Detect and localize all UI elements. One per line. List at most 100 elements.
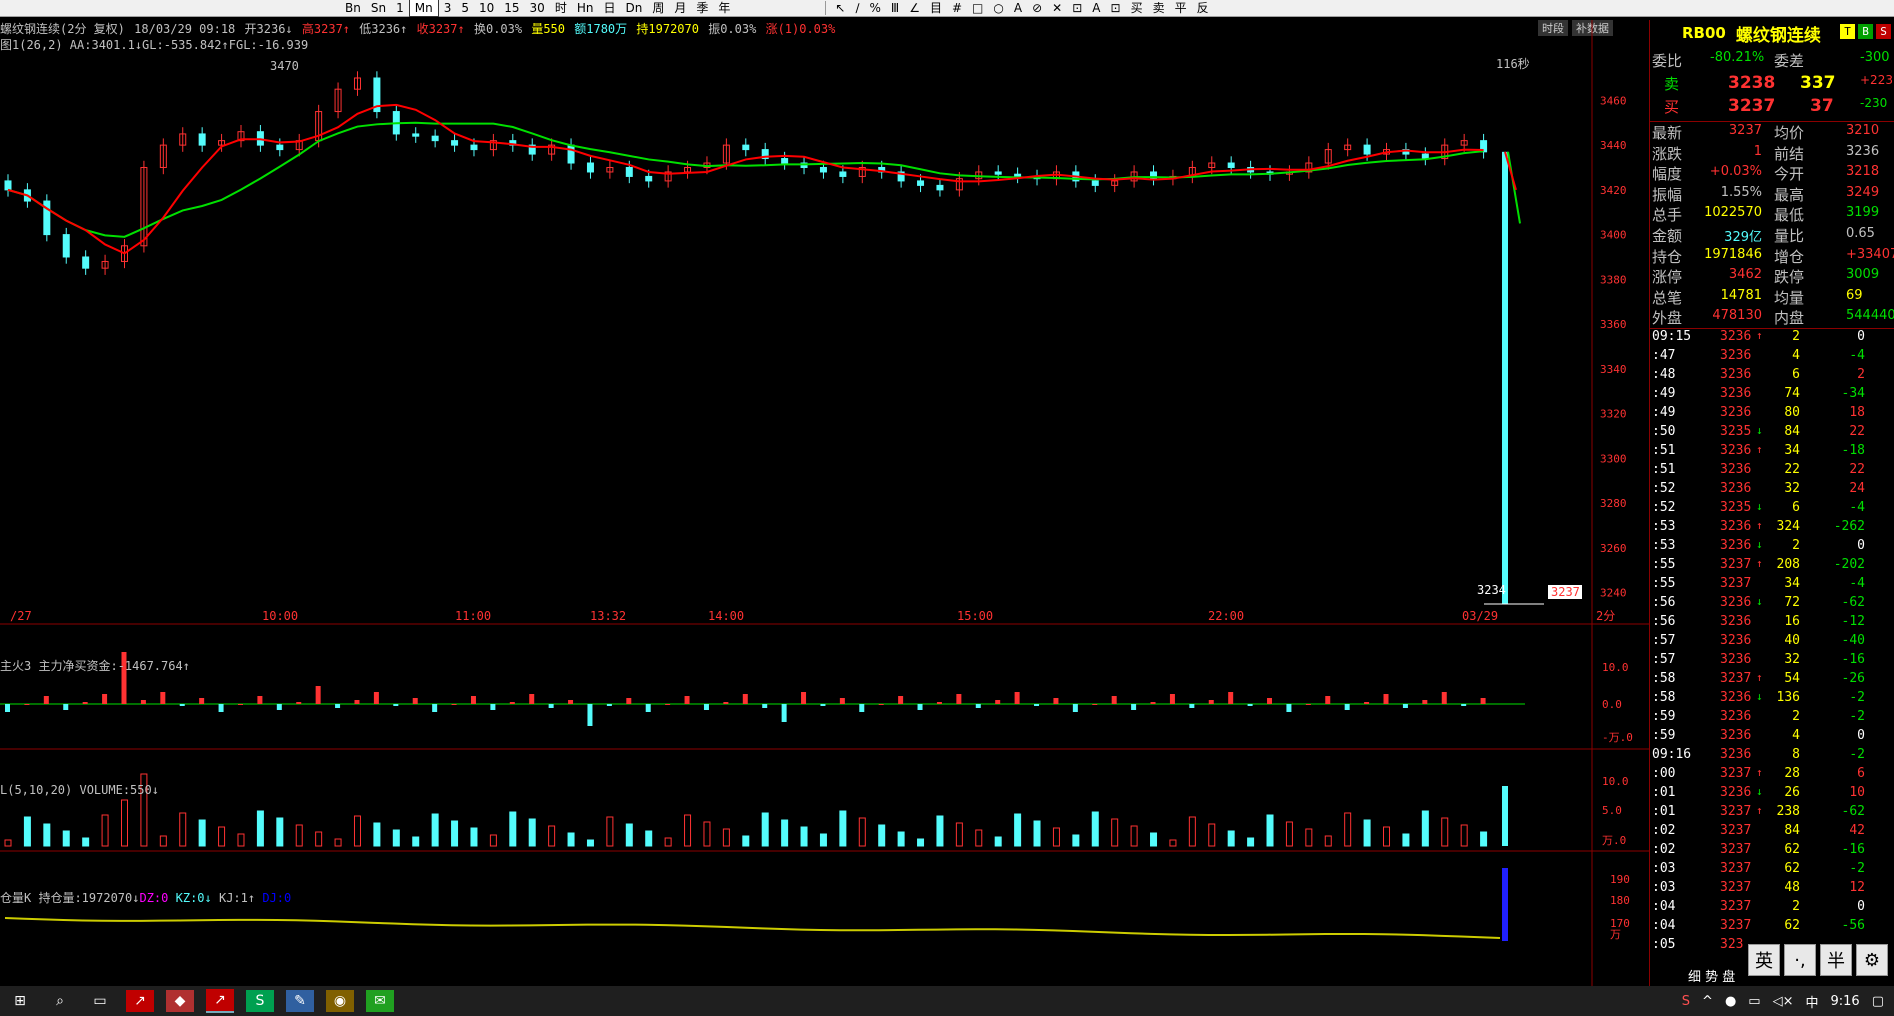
t-badge-icon[interactable]: T bbox=[1840, 24, 1855, 39]
tick-price: 3236 bbox=[1720, 348, 1752, 363]
volume-bar bbox=[839, 810, 847, 847]
tick-oi-change: -2 bbox=[1849, 690, 1865, 705]
x-tick-label: 03/29 bbox=[1462, 609, 1498, 623]
order-diff-value: -300 bbox=[1860, 50, 1890, 65]
tick-price: 3236 bbox=[1720, 329, 1752, 344]
volume-bar bbox=[1188, 816, 1196, 847]
search-icon[interactable]: ⌕ bbox=[46, 990, 74, 1012]
fund-flow-bar bbox=[665, 704, 671, 705]
tick-price: 3235 bbox=[1720, 424, 1752, 439]
tick-volume: 6 bbox=[1792, 367, 1800, 382]
tick-volume: 16 bbox=[1784, 614, 1800, 629]
tick-volume: 2 bbox=[1792, 899, 1800, 914]
volume-bar bbox=[295, 824, 303, 847]
app-icon-active[interactable]: ↗ bbox=[206, 989, 234, 1013]
tray-chevron-up-icon[interactable]: ^ bbox=[1702, 994, 1713, 1009]
tray-chat-icon[interactable]: ● bbox=[1725, 994, 1736, 1009]
notification-icon[interactable]: ▢ bbox=[1872, 994, 1884, 1009]
ime-settings-icon[interactable]: ⚙ bbox=[1856, 944, 1888, 976]
volume-bar bbox=[470, 827, 478, 847]
tick-time: 09:16 bbox=[1652, 747, 1692, 762]
candle bbox=[82, 256, 90, 269]
tick-oi-change: 22 bbox=[1849, 462, 1865, 477]
tick-direction: ↓ bbox=[1756, 690, 1763, 703]
wechat-icon[interactable]: ✉ bbox=[366, 990, 394, 1012]
high-marker: 3470 bbox=[270, 59, 299, 73]
instrument-code: RB00 bbox=[1682, 24, 1726, 42]
fund-flow-bar bbox=[1461, 704, 1467, 706]
tick-volume: 32 bbox=[1784, 481, 1800, 496]
candle bbox=[1363, 144, 1371, 155]
volume-bar bbox=[1072, 834, 1080, 847]
ime-punct-button[interactable]: ·, bbox=[1784, 944, 1816, 976]
candle bbox=[625, 166, 633, 177]
fund-flow-bar bbox=[509, 702, 515, 704]
volume-bar bbox=[917, 838, 925, 847]
tick-volume: 62 bbox=[1784, 842, 1800, 857]
stat-value: 69 bbox=[1846, 287, 1863, 303]
ask-price: 3238 bbox=[1728, 73, 1776, 93]
task-view-icon[interactable]: ▭ bbox=[86, 990, 114, 1012]
volume-bar bbox=[548, 825, 556, 847]
tick-time: 09:15 bbox=[1652, 329, 1692, 344]
spreadsheet-icon[interactable]: S bbox=[246, 990, 274, 1012]
fund-flow-bar bbox=[898, 696, 904, 704]
windows-start-icon[interactable]: ⊞ bbox=[6, 990, 34, 1012]
fund-flow-bar bbox=[684, 696, 690, 704]
trading-app-icon[interactable]: ↗ bbox=[126, 990, 154, 1012]
s-badge-icon[interactable]: S bbox=[1876, 24, 1891, 39]
tick-time: :52 bbox=[1652, 481, 1676, 496]
stat-label: 金额 bbox=[1652, 226, 1683, 245]
tick-direction: ↑ bbox=[1756, 766, 1763, 779]
volume-bar bbox=[781, 819, 789, 847]
kline-chart[interactable]: 3460 3440 3420 3400 3380 3360 3340 3320 3300 3280… bbox=[0, 0, 1649, 986]
tick-oi-change: -12 bbox=[1841, 614, 1865, 629]
tick-volume: 22 bbox=[1784, 462, 1800, 477]
bid-price: 3237 bbox=[1728, 96, 1776, 116]
fund-flow-bar bbox=[529, 694, 535, 704]
tray-network-icon[interactable]: ▭ bbox=[1748, 994, 1760, 1009]
stat-label: 量比 bbox=[1774, 226, 1805, 245]
stat-row: 外盘 478130 内盘 544440 bbox=[1650, 307, 1894, 328]
order-ratio-label: 委比 bbox=[1652, 52, 1683, 70]
order-ratio-value: -80.21% bbox=[1710, 50, 1765, 65]
tray-ime-indicator[interactable]: 中 bbox=[1805, 992, 1818, 1011]
clock-time[interactable]: 9:16 bbox=[1831, 994, 1860, 1009]
volume-bar bbox=[722, 828, 730, 847]
volume-bar bbox=[353, 815, 361, 847]
ime-lang-button[interactable]: 英 bbox=[1748, 944, 1780, 976]
fund-flow-bar bbox=[820, 704, 826, 706]
fund-flow-bar bbox=[1169, 694, 1175, 704]
tick-volume: 62 bbox=[1784, 918, 1800, 933]
tick-direction: ↓ bbox=[1756, 785, 1763, 798]
volume-bar bbox=[994, 836, 1002, 847]
b-badge-icon[interactable]: B bbox=[1858, 24, 1873, 39]
tray-volume-icon[interactable]: ◁× bbox=[1773, 994, 1794, 1009]
tick-volume: 34 bbox=[1784, 443, 1800, 458]
volume-bar bbox=[1344, 812, 1352, 847]
tool-app-icon[interactable]: ✎ bbox=[286, 990, 314, 1012]
x-tick-label: /27 bbox=[10, 609, 32, 623]
fund-flow-bar bbox=[470, 696, 476, 704]
tray-app-icon[interactable]: S bbox=[1682, 994, 1690, 1009]
quote-bottom-tabs[interactable]: 细 势 盘 bbox=[1688, 966, 1735, 985]
tick-oi-change: 0 bbox=[1857, 538, 1865, 553]
fund-flow-bar bbox=[257, 696, 263, 704]
tick-volume: 48 bbox=[1784, 880, 1800, 895]
stat-row: 振幅 1.55% 最高 3249 bbox=[1650, 184, 1894, 205]
app-icon-7[interactable]: ◉ bbox=[326, 990, 354, 1012]
candle bbox=[412, 133, 420, 137]
fund-flow-bar bbox=[1422, 700, 1428, 704]
volume-bar bbox=[664, 837, 672, 847]
candle bbox=[1091, 180, 1099, 186]
tick-time: :49 bbox=[1652, 405, 1676, 420]
ime-toolbar[interactable]: 英 ·, 半 ⚙ bbox=[1748, 944, 1888, 976]
tick-oi-change: 24 bbox=[1849, 481, 1865, 496]
candle bbox=[781, 158, 789, 164]
volume-bar bbox=[1402, 833, 1410, 847]
oi-bar-last bbox=[1502, 868, 1508, 941]
tick-price: 3237 bbox=[1720, 576, 1752, 591]
bid-row: 买 3237 37 -230 bbox=[1650, 96, 1894, 118]
ime-width-button[interactable]: 半 bbox=[1820, 944, 1852, 976]
app-icon-2[interactable]: ◆ bbox=[166, 990, 194, 1012]
